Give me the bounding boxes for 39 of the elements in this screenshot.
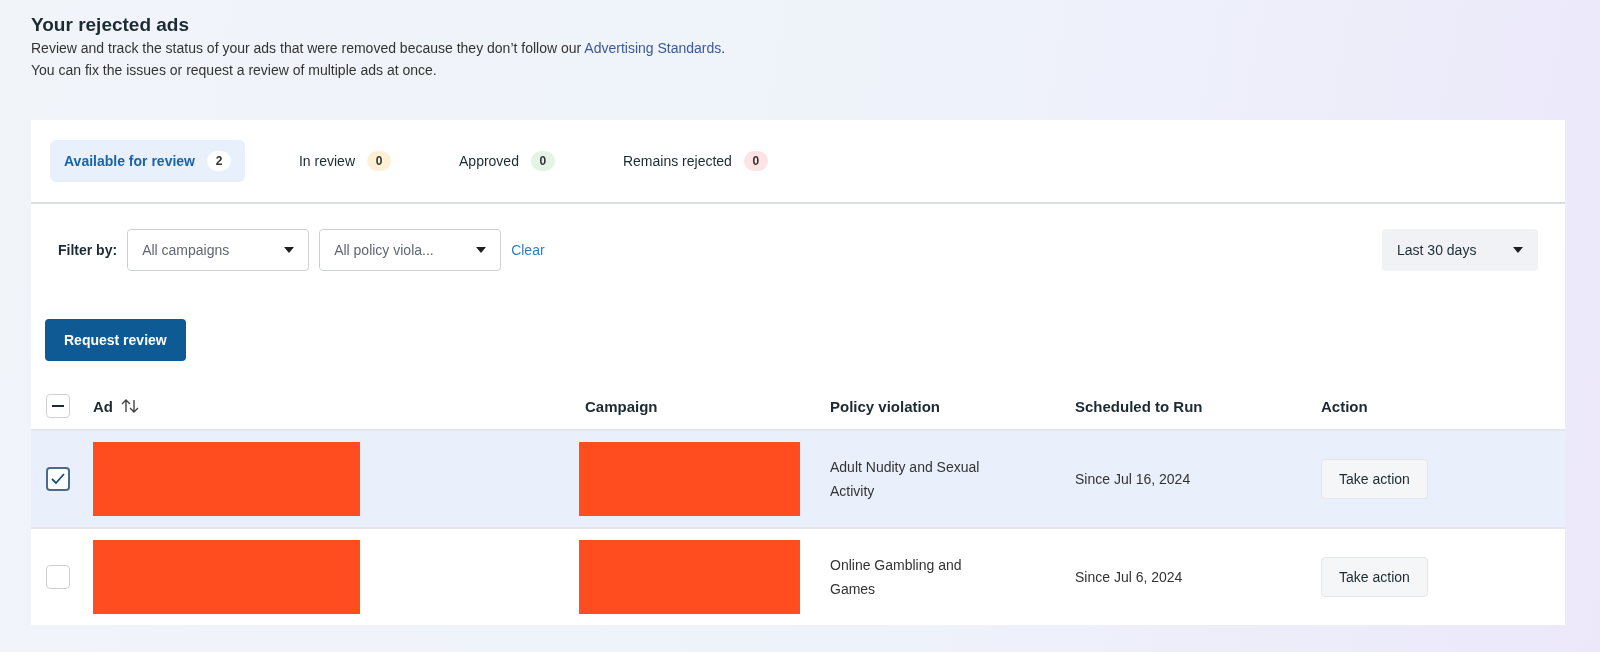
count-badge: 0 xyxy=(743,151,768,171)
column-header: Policy violation xyxy=(830,397,941,415)
count-badge: 0 xyxy=(367,151,391,171)
filter-label: Filter by: xyxy=(58,242,118,258)
status-tab[interactable]: Approved 0 xyxy=(445,140,569,182)
column-header: Campaign xyxy=(585,397,658,415)
tab-label: Available for review xyxy=(64,153,195,169)
column-header: Scheduled to Run xyxy=(1075,397,1203,415)
status-tab[interactable]: In review 0 xyxy=(285,140,405,182)
tab-label: Remains rejected xyxy=(622,153,732,169)
row-checkbox[interactable] xyxy=(46,467,70,491)
caret-icon xyxy=(1513,247,1523,253)
page-description: Review and track the status of your ads that were removed because they don’t follow our Advertising Standards. xyxy=(31,40,727,56)
tab-label: Approved xyxy=(459,153,519,169)
column-header: Action xyxy=(1321,397,1368,415)
select-all-checkbox[interactable] xyxy=(46,394,70,418)
sort-icon[interactable] xyxy=(121,399,139,413)
policy-violation-text: Adult Nudity and Sexual Activity xyxy=(830,458,981,501)
clear-link[interactable]: Clear xyxy=(511,242,545,258)
take-action-button[interactable]: Take action xyxy=(1321,557,1428,597)
checkmark-icon xyxy=(51,473,65,485)
status-tab[interactable]: Remains rejected 0 xyxy=(608,140,782,182)
page-title: Your rejected ads xyxy=(31,14,191,36)
date-range-dropdown[interactable]: Last 30 days xyxy=(1382,229,1538,271)
policy-violation-text: Online Gambling and Games xyxy=(830,556,963,599)
filter-dropdown[interactable]: All campaigns xyxy=(127,229,310,271)
caret-icon xyxy=(476,247,487,253)
column-header: Ad xyxy=(93,397,113,415)
count-badge: 0 xyxy=(530,151,555,171)
count-badge: 2 xyxy=(207,151,231,171)
take-action-button[interactable]: Take action xyxy=(1321,459,1428,499)
status-tab[interactable]: Available for review 2 xyxy=(50,140,245,182)
scheduled-date: Since Jul 16, 2024 xyxy=(1075,470,1192,489)
request-review-button[interactable]: Request review xyxy=(45,319,186,361)
tab-label: In review xyxy=(299,153,355,169)
scheduled-date: Since Jul 6, 2024 xyxy=(1075,568,1184,587)
filter-dropdown[interactable]: All policy viola... xyxy=(319,229,502,271)
page-description: You can fix the issues or request a review of multiple ads at once. xyxy=(31,62,438,78)
caret-icon xyxy=(284,247,295,253)
